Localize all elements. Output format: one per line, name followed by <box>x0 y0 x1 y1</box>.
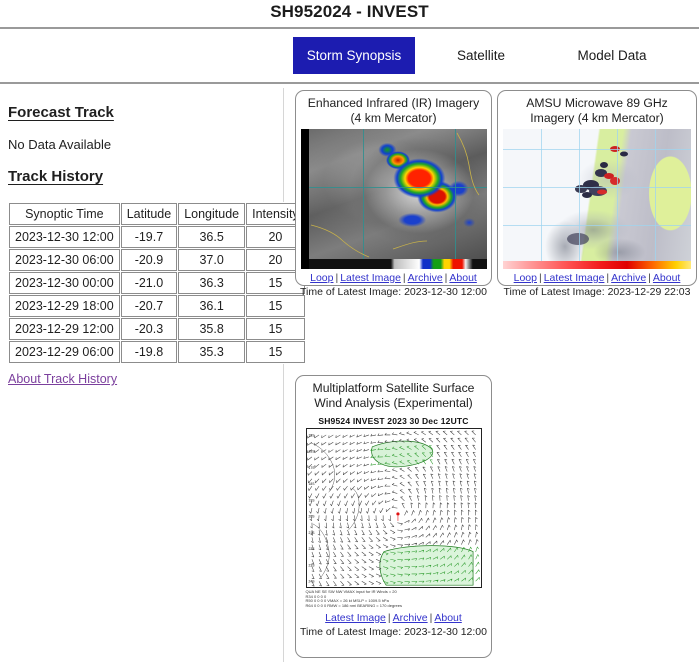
amsu-loop-link[interactable]: Loop <box>514 272 537 284</box>
page-title: SH952024 - INVEST <box>270 2 429 21</box>
enhanced-ir-links: Loop | Latest Image | Archive | About <box>310 272 477 284</box>
column-header-latitude: Latitude <box>120 203 178 225</box>
svg-text:19S: 19S <box>308 498 315 502</box>
wind-footer-line-4: R64 0 0 0 0 RMW = 186 nmi BEARING = 170 … <box>305 602 403 608</box>
track-history-heading: Track History <box>8 168 104 185</box>
svg-text:18S: 18S <box>308 450 315 454</box>
tab-satellite[interactable]: Satellite <box>437 37 525 74</box>
panel-enhanced-ir-title: Enhanced Infrared (IR) Imagery (4 km Mer… <box>307 96 480 125</box>
svg-text:15S: 15S <box>308 433 315 437</box>
panel-wind-analysis: Multiplatform Satellite Surface Wind Ana… <box>295 375 492 658</box>
ir-loop-link[interactable]: Loop <box>310 272 333 284</box>
tab-satellite-label: Satellite <box>456 48 506 63</box>
amsu-time: Time of Latest Image: 2023-12-29 22:03 <box>503 286 691 298</box>
panel-wind-analysis-title: Multiplatform Satellite Surface Wind Ana… <box>312 381 475 410</box>
tab-model-data-label: Model Data <box>577 48 647 63</box>
table-row: 2023-12-29 18:00 -20.7 36.1 15 <box>9 295 305 317</box>
table-cell: -19.7 <box>120 226 178 248</box>
table-cell: 36.5 <box>178 226 246 248</box>
svg-text:20S: 20S <box>308 515 315 519</box>
track-history-table: Synoptic Time Latitude Longitude Intensi… <box>8 202 306 364</box>
table-cell: -20.7 <box>120 295 178 317</box>
ir-archive-link[interactable]: Archive <box>408 272 443 284</box>
wind-plot-header: SH9524 INVEST 2023 30 Dec 12UTC <box>318 416 469 426</box>
table-header-row: Synoptic Time Latitude Longitude Intensi… <box>9 203 305 225</box>
wind-analysis-image[interactable]: 15S 18S 17S 18S 19S 20S 21S 22S 23S 24S <box>305 428 482 588</box>
table-cell: -19.8 <box>120 341 178 363</box>
wind-barb-field: 15S 18S 17S 18S 19S 20S 21S 22S 23S 24S <box>306 430 480 587</box>
column-header-synoptic-time: Synoptic Time <box>9 203 120 225</box>
wind-archive-link[interactable]: Archive <box>393 612 428 624</box>
amsu-archive-link[interactable]: Archive <box>611 272 646 284</box>
ir-coastline-overlay <box>310 132 479 258</box>
svg-text:23S: 23S <box>308 564 315 568</box>
amsu-links: Loop | Latest Image | Archive | About <box>513 272 681 284</box>
amsu-image[interactable] <box>503 129 691 269</box>
amsu-latest-image-link[interactable]: Latest Image <box>544 272 605 284</box>
forecast-no-data-text: No Data Available <box>8 137 112 152</box>
left-column: Forecast Track No Data Available Track H… <box>0 92 306 662</box>
tab-bar: Storm Synopsis Satellite Model Data <box>0 29 699 82</box>
tab-model-data[interactable]: Model Data <box>560 37 664 74</box>
table-row: 2023-12-30 12:00 -19.7 36.5 20 <box>9 226 305 248</box>
table-cell: 2023-12-29 12:00 <box>9 318 120 340</box>
page-root: SH952024 - INVEST Storm Synopsis Satelli… <box>0 0 699 662</box>
tab-storm-synopsis-label: Storm Synopsis <box>306 48 402 63</box>
track-history-body: 2023-12-30 12:00 -19.7 36.5 20 2023-12-30 06… <box>9 226 305 363</box>
table-cell: 2023-12-30 06:00 <box>9 249 120 271</box>
table-cell: 35.8 <box>178 318 246 340</box>
amsu-color-scale <box>503 261 691 269</box>
svg-text:24S: 24S <box>308 580 315 584</box>
table-cell: 35.3 <box>178 341 246 363</box>
table-cell: 15 <box>246 341 305 363</box>
wind-time: Time of Latest Image: 2023-12-30 12:00 <box>300 626 487 638</box>
table-cell: 2023-12-29 18:00 <box>9 295 120 317</box>
panel-amsu-title: AMSU Microwave 89 GHz Imagery (4 km Merc… <box>526 96 668 125</box>
table-cell: 15 <box>246 295 305 317</box>
header-divider-bottom <box>0 82 699 84</box>
wind-plot-footer: QUA NE SE SW NW VMAX input for IR Winds … <box>306 589 482 609</box>
table-row: 2023-12-29 06:00 -19.8 35.3 15 <box>9 341 305 363</box>
table-cell: 2023-12-30 00:00 <box>9 272 120 294</box>
amsu-about-link[interactable]: About <box>653 272 680 284</box>
ir-color-scale <box>308 259 487 269</box>
table-cell: -20.3 <box>120 318 178 340</box>
enhanced-ir-image[interactable] <box>300 129 487 269</box>
table-cell: 36.1 <box>178 295 246 317</box>
wind-links: Latest Image | Archive | About <box>325 612 462 624</box>
wind-latest-image-link[interactable]: Latest Image <box>325 612 386 624</box>
table-cell: 15 <box>246 318 305 340</box>
svg-text:18S: 18S <box>308 482 315 486</box>
svg-text:17S: 17S <box>308 466 315 470</box>
tab-storm-synopsis[interactable]: Storm Synopsis <box>293 37 415 74</box>
panel-enhanced-ir: Enhanced Infrared (IR) Imagery (4 km Mer… <box>295 90 492 298</box>
table-cell: -21.0 <box>120 272 178 294</box>
table-cell: 2023-12-29 06:00 <box>9 341 120 363</box>
panel-amsu-microwave: AMSU Microwave 89 GHz Imagery (4 km Merc… <box>497 90 697 298</box>
ir-latest-image-link[interactable]: Latest Image <box>340 272 401 284</box>
about-track-history-link[interactable]: About Track History <box>8 372 117 386</box>
table-cell: 37.0 <box>178 249 246 271</box>
column-header-longitude: Longitude <box>178 203 246 225</box>
enhanced-ir-time: Time of Latest Image: 2023-12-30 12:00 <box>300 286 487 298</box>
table-cell: 36.3 <box>178 272 246 294</box>
table-row: 2023-12-30 06:00 -20.9 37.0 20 <box>9 249 305 271</box>
table-row: 2023-12-30 00:00 -21.0 36.3 15 <box>9 272 305 294</box>
column-divider <box>283 88 284 662</box>
wind-about-link[interactable]: About <box>434 612 461 624</box>
ir-about-link[interactable]: About <box>449 272 476 284</box>
table-cell: 2023-12-30 12:00 <box>9 226 120 248</box>
forecast-track-heading: Forecast Track <box>8 104 114 121</box>
amsu-convection-overlay <box>567 146 628 245</box>
table-row: 2023-12-29 12:00 -20.3 35.8 15 <box>9 318 305 340</box>
svg-text:21S: 21S <box>308 531 315 535</box>
table-cell: -20.9 <box>120 249 178 271</box>
svg-text:22S: 22S <box>308 547 315 551</box>
